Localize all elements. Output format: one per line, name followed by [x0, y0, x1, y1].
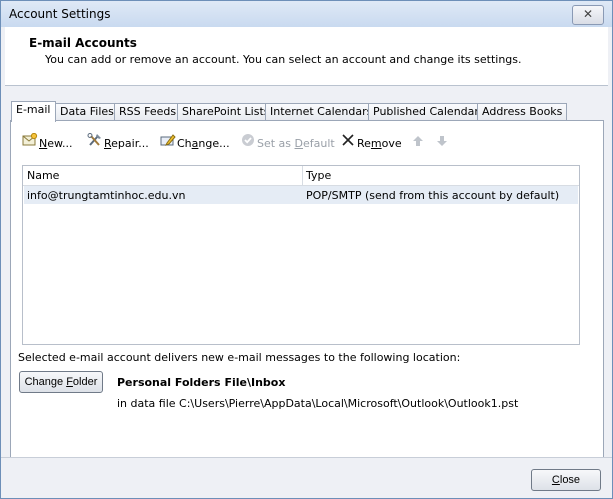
change-label-post: nge... [198, 137, 230, 150]
new-account-button[interactable]: New... [21, 132, 73, 155]
new-account-icon [21, 132, 39, 155]
remove-label-post: ove [381, 137, 402, 150]
change-folder-button[interactable]: Change Folder [19, 371, 103, 393]
arrow-up-icon [409, 133, 427, 155]
account-type: POP/SMTP (send from this account by defa… [306, 189, 560, 202]
close-icon: ✕ [582, 7, 594, 21]
move-down-button[interactable] [433, 133, 451, 155]
remove-label-pre: Re [357, 137, 371, 150]
tab-published-calendars[interactable]: Published Calendars [368, 103, 490, 121]
set-default-button[interactable]: Set as Default [239, 133, 335, 155]
new-label-post: ew... [47, 137, 73, 150]
tab-rss-feeds[interactable]: RSS Feeds [114, 103, 182, 121]
repair-button[interactable]: Repair... [86, 133, 149, 155]
list-header: Name Type [23, 166, 579, 186]
change-folder-key: F [66, 376, 73, 388]
delivery-data-file-path: in data file C:\Users\Pierre\AppData\Loc… [117, 397, 519, 410]
tab-data-files[interactable]: Data Files [55, 103, 119, 121]
delivery-folder: Personal Folders File\Inbox [117, 376, 286, 389]
header-panel: E-mail Accounts You can add or remove an… [5, 27, 608, 86]
footer-divider [1, 457, 612, 458]
accounts-list[interactable]: Name Type info@trungtamtinhoc.edu.vn POP… [22, 165, 580, 345]
move-up-button[interactable] [409, 133, 427, 155]
remove-label-key: m [370, 137, 382, 150]
arrow-down-icon [433, 133, 451, 155]
default-label-post: efault [303, 137, 335, 150]
title-bar: Account Settings ✕ [1, 1, 612, 27]
repair-tools-icon [86, 133, 104, 155]
change-folder-post: older [72, 376, 98, 388]
remove-account-button[interactable]: Remove [339, 133, 402, 155]
column-header-name[interactable]: Name [27, 169, 59, 182]
account-settings-window: Account Settings ✕ E-mail Accounts You c… [0, 0, 613, 499]
close-label-post: lose [559, 474, 581, 486]
new-label-key: N [39, 137, 48, 150]
change-folder-pre: Change [24, 376, 67, 388]
tab-internet-calendars[interactable]: Internet Calendars [265, 103, 378, 121]
change-label-pre: Ch [177, 137, 192, 150]
close-button[interactable]: Close [531, 469, 601, 491]
repair-label-post: epair... [111, 137, 149, 150]
column-header-type[interactable]: Type [306, 169, 331, 182]
change-settings-icon [159, 133, 177, 155]
close-label-key: C [551, 474, 560, 486]
remove-x-icon [339, 133, 357, 155]
change-account-button[interactable]: Change... [159, 133, 230, 155]
account-name: info@trungtamtinhoc.edu.vn [27, 189, 186, 202]
default-label-pre: Set as [257, 137, 295, 150]
section-subtitle: You can add or remove an account. You ca… [45, 53, 522, 66]
table-row[interactable]: info@trungtamtinhoc.edu.vn POP/SMTP (sen… [24, 186, 578, 204]
window-title: Account Settings [9, 7, 111, 21]
tab-address-books[interactable]: Address Books [477, 103, 568, 121]
tab-sharepoint-lists[interactable]: SharePoint Lists [177, 103, 275, 121]
window-close-button[interactable]: ✕ [572, 5, 604, 25]
tab-email[interactable]: E-mail [11, 101, 56, 122]
checkmark-circle-icon [239, 133, 257, 155]
delivery-note: Selected e-mail account delivers new e-m… [18, 351, 461, 364]
default-label-key: D [294, 137, 304, 150]
column-divider[interactable] [302, 166, 303, 185]
section-title: E-mail Accounts [29, 36, 137, 50]
